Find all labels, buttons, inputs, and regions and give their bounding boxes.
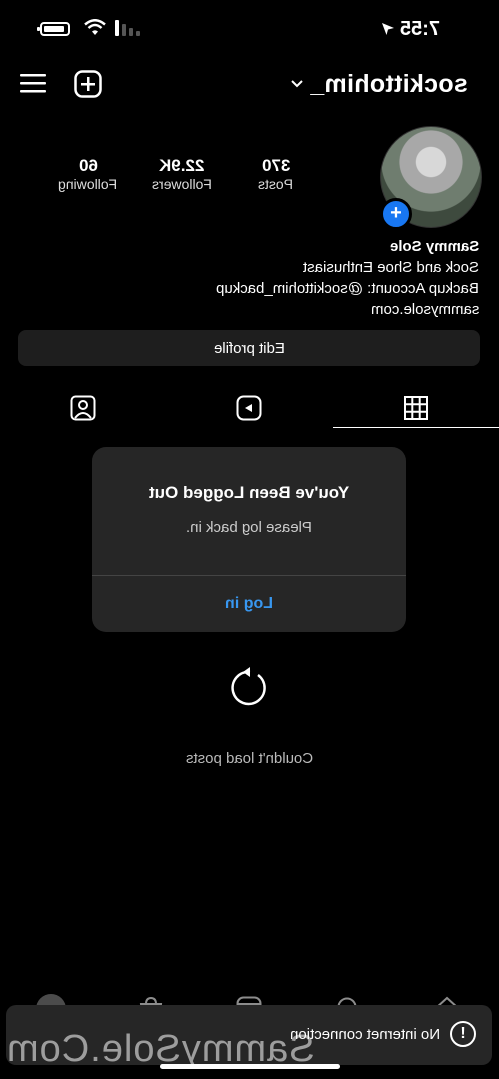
tagged-icon	[70, 395, 96, 421]
stat-value: 60	[78, 156, 98, 175]
location-arrow-icon	[382, 23, 394, 35]
profile-username: sockittohim_	[310, 70, 468, 98]
tab-tagged[interactable]	[0, 388, 166, 428]
stat-label: Posts	[258, 176, 294, 192]
log-in-button[interactable]: Log in	[92, 576, 406, 632]
display-name: Sammy Sole	[389, 238, 479, 255]
stat-following[interactable]: 60 Following	[46, 156, 130, 192]
active-tab-indicator	[333, 427, 499, 428]
profile-tabs	[0, 388, 499, 428]
stat-value: 370	[261, 156, 291, 175]
retry-icon[interactable]	[228, 666, 272, 710]
home-indicator[interactable]	[160, 1064, 340, 1069]
add-story-icon[interactable]: +	[380, 198, 412, 230]
feed-error-text: Couldn't load posts	[185, 750, 314, 767]
menu-icon[interactable]	[20, 72, 46, 94]
chevron-down-icon[interactable]	[290, 79, 304, 89]
stat-value: 22.9K	[159, 156, 205, 175]
edit-profile-label: Edit profile	[213, 339, 285, 357]
status-time: 7:55	[400, 18, 441, 40]
profile-bio: Sammy Sole Sock and Shoe Enthusiast Back…	[119, 236, 479, 320]
stat-label: Following	[58, 176, 118, 192]
tab-grid[interactable]	[333, 388, 499, 428]
edit-profile-button[interactable]: Edit profile	[18, 330, 480, 366]
cellular-signal-icon	[115, 20, 140, 36]
grid-icon	[404, 396, 428, 420]
dialog-title: You've Been Logged Out	[148, 483, 350, 502]
bio-line: Backup Account: @sockittohim_backup	[216, 280, 479, 297]
log-in-label: Log in	[225, 595, 273, 612]
stat-label: Followers	[152, 176, 212, 192]
wifi-icon	[84, 19, 106, 35]
tab-reels[interactable]	[166, 388, 332, 428]
stat-posts: 370 Posts	[234, 156, 318, 192]
stat-followers[interactable]: 22.9K Followers	[140, 156, 224, 192]
bio-line: Sock and Shoe Enthusiast	[303, 259, 479, 276]
account-switcher[interactable]: sockittohim_	[310, 70, 468, 99]
dialog-message: Please log back in.	[186, 519, 312, 536]
create-post-icon[interactable]	[74, 70, 102, 98]
reels-icon	[236, 395, 262, 421]
bio-link[interactable]: sammysole.com	[371, 299, 479, 320]
logged-out-dialog: You've Been Logged Out Please log back i…	[92, 447, 406, 632]
status-bar: 7:55	[0, 0, 499, 50]
battery-icon	[37, 22, 70, 36]
